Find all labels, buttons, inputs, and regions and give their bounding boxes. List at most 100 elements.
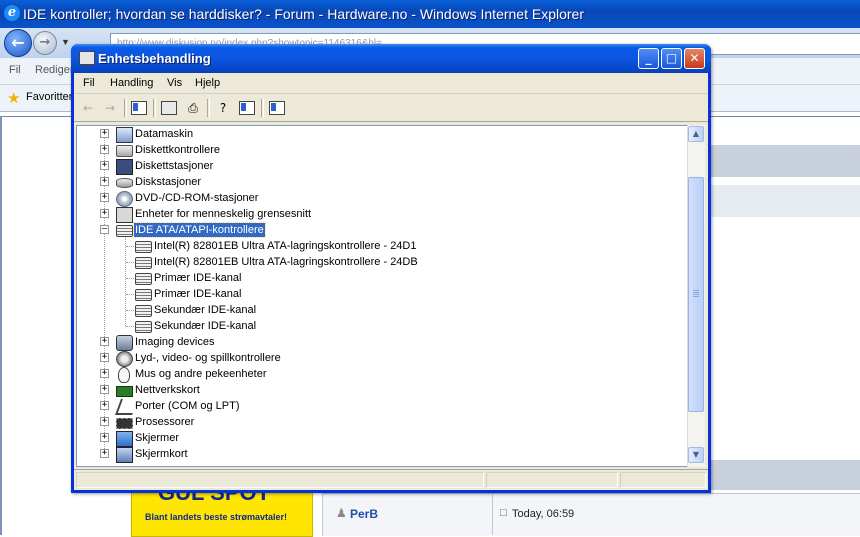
- ide-controller-icon: [135, 257, 152, 269]
- menu-fil[interactable]: Fil: [83, 77, 95, 89]
- tree-item-label: Skjermer: [135, 432, 180, 444]
- back-button[interactable]: ←: [4, 29, 32, 57]
- menubar: Fil Handling Vis Hjelp: [74, 73, 708, 94]
- network-icon: [116, 386, 133, 397]
- post-header-row: [322, 493, 860, 536]
- disk-drive-icon: [116, 178, 133, 188]
- tree-item-label: Diskettkontrollere: [135, 144, 220, 156]
- help-icon[interactable]: ?: [214, 99, 232, 117]
- ad-subtitle[interactable]: Blant landets beste strømavtaler!: [145, 511, 287, 523]
- close-button[interactable]: ✕: [684, 48, 705, 69]
- cdrom-icon: [116, 191, 133, 207]
- favorites-star-icon[interactable]: ★: [7, 89, 20, 107]
- post-author[interactable]: PerB: [350, 507, 378, 521]
- tree-item-label-selected: IDE ATA/ATAPI-kontrollere: [133, 222, 266, 238]
- tree-connector: [126, 310, 134, 311]
- post-document-icon: □: [500, 507, 507, 519]
- forward-button[interactable]: →: [33, 31, 57, 55]
- hid-icon: [116, 207, 133, 223]
- menu-hjelp[interactable]: Hjelp: [195, 77, 220, 89]
- expand-icon[interactable]: +: [100, 385, 109, 394]
- toolbar: ← → ⎙ ?: [74, 95, 708, 122]
- collapse-icon[interactable]: –: [100, 225, 109, 234]
- tree-child-label: Intel(R) 82801EB Ultra ATA-lagringskontr…: [154, 240, 417, 252]
- print-icon[interactable]: ⎙: [184, 99, 202, 117]
- device-manager-window: Enhetsbehandling _ □ ✕ Fil Handling Vis …: [71, 44, 711, 493]
- expand-icon[interactable]: +: [100, 337, 109, 346]
- tree-child-label: Intel(R) 82801EB Ultra ATA-lagringskontr…: [154, 256, 418, 268]
- window-title: Enhetsbehandling: [98, 51, 211, 66]
- tree-connector: [126, 294, 134, 295]
- properties-icon[interactable]: [160, 99, 178, 117]
- expand-icon[interactable]: +: [100, 401, 109, 410]
- tree-child-label: Sekundær IDE-kanal: [154, 304, 257, 316]
- computer-icon: [79, 51, 95, 66]
- post-time: Today, 06:59: [512, 508, 575, 520]
- toolbar-separator: [207, 99, 210, 117]
- expand-icon[interactable]: +: [100, 177, 109, 186]
- expand-icon[interactable]: +: [100, 433, 109, 442]
- window-body: Fil Handling Vis Hjelp ← → ⎙ ? + Datamas…: [74, 73, 708, 490]
- ie-titlebar[interactable]: e IDE kontroller; hvordan se harddisker?…: [0, 0, 860, 28]
- imaging-icon: [116, 335, 133, 351]
- ide-channel-icon: [135, 289, 152, 301]
- tree-item-label: Diskettstasjoner: [135, 160, 214, 172]
- menu-vis[interactable]: Vis: [167, 77, 182, 89]
- sound-icon: [116, 351, 133, 367]
- status-cell: [620, 472, 706, 488]
- user-icon: ♟: [336, 506, 347, 520]
- tree-item-label: Imaging devices: [135, 336, 215, 348]
- forward-icon[interactable]: →: [101, 99, 119, 117]
- toggle-view-icon[interactable]: [238, 99, 256, 117]
- ide-channel-icon: [135, 273, 152, 285]
- vertical-scrollbar[interactable]: ▲ ▼: [687, 125, 705, 467]
- back-icon[interactable]: ←: [79, 99, 97, 117]
- expand-icon[interactable]: +: [100, 209, 109, 218]
- tree-item-label: Datamaskin: [135, 128, 194, 140]
- show-hide-tree-icon[interactable]: [130, 99, 148, 117]
- scroll-grip-icon: [693, 290, 699, 298]
- page-left-border: [0, 116, 2, 535]
- expand-icon[interactable]: +: [100, 369, 109, 378]
- ie-window-title: IDE kontroller; hvordan se harddisker? -…: [23, 6, 584, 22]
- expand-icon[interactable]: +: [100, 129, 109, 138]
- tree-item-label: Nettverkskort: [135, 384, 200, 396]
- tree-item-label: Prosessorer: [135, 416, 195, 428]
- tree-connector: [126, 262, 134, 263]
- maximize-button[interactable]: □: [661, 48, 682, 69]
- expand-icon[interactable]: +: [100, 449, 109, 458]
- tree-item-label: DVD-/CD-ROM-stasjoner: [135, 192, 259, 204]
- device-tree[interactable]: + Datamaskin + Diskettkontrollere + Disk…: [76, 125, 690, 467]
- tree-connector: [126, 278, 134, 279]
- scroll-thumb[interactable]: [688, 177, 704, 412]
- expand-icon[interactable]: +: [100, 417, 109, 426]
- expand-icon[interactable]: +: [100, 193, 109, 202]
- tree-connector: [126, 246, 134, 247]
- tree-item-label: Diskstasjoner: [135, 176, 202, 188]
- minimize-button[interactable]: _: [638, 48, 659, 69]
- status-bar: [74, 469, 708, 490]
- forum-subheader-bar: [709, 185, 860, 217]
- tree-child-label: Primær IDE-kanal: [154, 288, 242, 300]
- device-manager-titlebar[interactable]: Enhetsbehandling _ □ ✕: [71, 44, 711, 73]
- expand-icon[interactable]: +: [100, 161, 109, 170]
- processor-icon: [116, 418, 133, 429]
- floppy-drive-icon: [116, 159, 133, 175]
- tree-child-label: Primær IDE-kanal: [154, 272, 242, 284]
- mouse-icon: [118, 367, 130, 383]
- scan-hardware-icon[interactable]: [268, 99, 286, 117]
- favorites-button[interactable]: Favoritter: [26, 91, 72, 103]
- history-dropdown-icon[interactable]: ▼: [61, 37, 70, 47]
- menu-handling[interactable]: Handling: [110, 77, 153, 89]
- ie-menu-edit[interactable]: Rediger: [35, 64, 74, 76]
- tree-item-label: Porter (COM og LPT): [135, 400, 240, 412]
- scroll-up-button[interactable]: ▲: [688, 126, 704, 142]
- expand-icon[interactable]: +: [100, 353, 109, 362]
- expand-icon[interactable]: +: [100, 145, 109, 154]
- forum-header-bar: [709, 145, 860, 177]
- scroll-down-button[interactable]: ▼: [688, 447, 704, 463]
- toolbar-separator: [261, 99, 264, 117]
- ie-logo-icon: e: [4, 5, 20, 21]
- tree-item-label: Skjermkort: [135, 448, 188, 460]
- ie-menu-file[interactable]: Fil: [9, 64, 21, 76]
